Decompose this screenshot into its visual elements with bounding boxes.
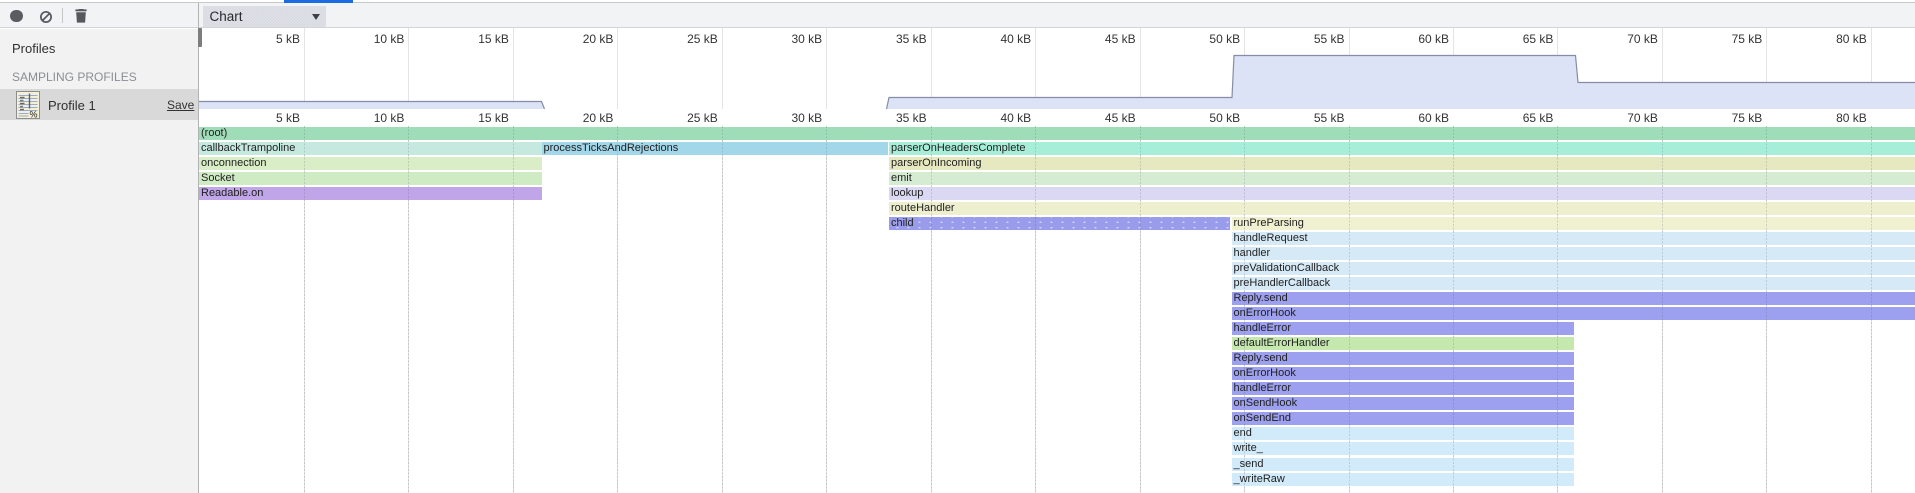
- svg-text:%: %: [30, 109, 38, 119]
